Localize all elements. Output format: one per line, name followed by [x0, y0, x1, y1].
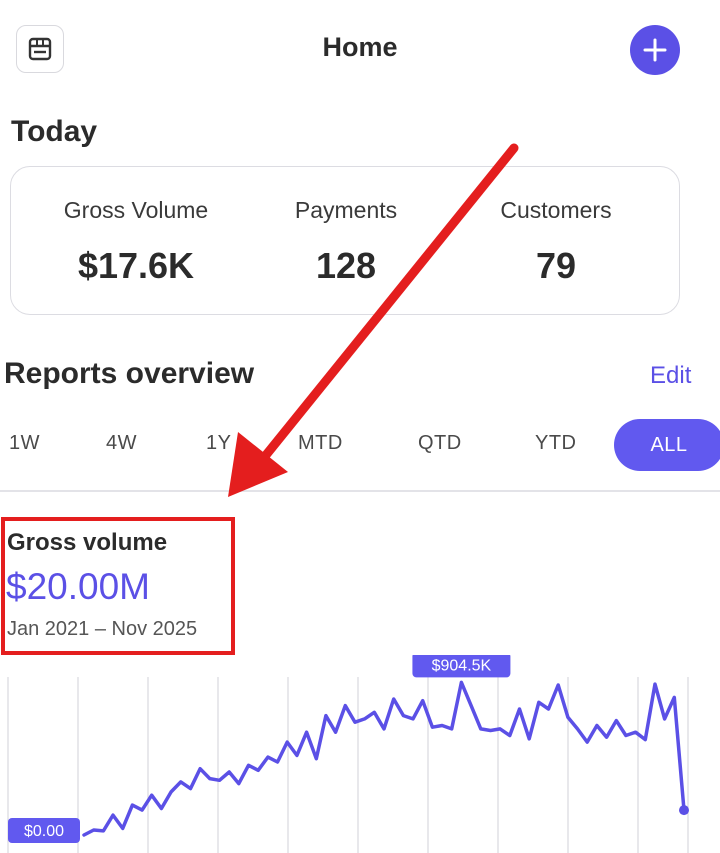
- stat-label: Customers: [500, 197, 612, 223]
- stat-customers[interactable]: Customers 79: [466, 167, 646, 314]
- annotation-highlight-box: [1, 517, 235, 655]
- min-label: $0.00: [8, 818, 80, 843]
- page-title: Home: [322, 32, 398, 62]
- stat-value: 79: [535, 245, 577, 286]
- divider: [0, 490, 720, 492]
- peak-label-text: $904.5K: [432, 657, 492, 674]
- tab-4w[interactable]: 4W: [106, 432, 137, 455]
- tab-1w[interactable]: 1W: [9, 432, 40, 455]
- reports-heading: Reports overview: [4, 357, 255, 390]
- stat-label: Gross Volume: [63, 197, 209, 223]
- stat-payments[interactable]: Payments 128: [256, 167, 436, 314]
- stat-gross-volume[interactable]: Gross Volume $17.6K: [31, 167, 241, 314]
- tab-1y[interactable]: 1Y: [206, 432, 231, 455]
- tab-ytd[interactable]: YTD: [535, 432, 577, 455]
- edit-button[interactable]: Edit: [650, 362, 691, 390]
- add-button[interactable]: [630, 25, 680, 75]
- today-stats-card: Gross Volume $17.6K Payments 128 Custome…: [10, 166, 680, 315]
- today-heading: Today: [11, 115, 98, 148]
- tab-qtd[interactable]: QTD: [418, 432, 462, 455]
- stat-label: Payments: [294, 197, 398, 223]
- gross-volume-chart[interactable]: $904.5K $0.00: [0, 655, 720, 853]
- stat-value: 128: [315, 245, 377, 286]
- tab-all[interactable]: ALL: [614, 419, 720, 471]
- tab-mtd[interactable]: MTD: [298, 432, 343, 455]
- min-label-text: $0.00: [24, 823, 64, 840]
- series-line: [82, 680, 686, 837]
- peak-label: $904.5K: [412, 655, 511, 678]
- data-point-last: [679, 805, 689, 816]
- plus-icon: [643, 38, 667, 62]
- stat-value: $17.6K: [77, 245, 195, 286]
